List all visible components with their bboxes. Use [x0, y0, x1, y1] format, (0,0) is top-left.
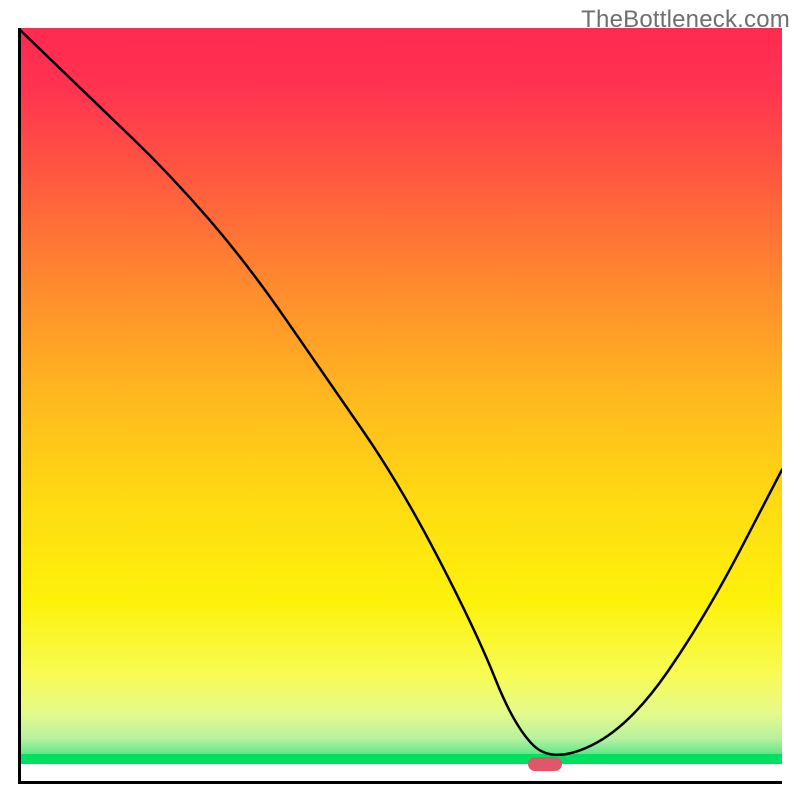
y-axis	[18, 28, 21, 784]
watermark-text: TheBottleneck.com	[581, 6, 790, 34]
optimal-marker	[528, 757, 562, 771]
plot-area	[18, 28, 782, 784]
bottleneck-chart: TheBottleneck.com	[0, 0, 800, 800]
bottleneck-curve	[18, 28, 782, 784]
x-axis	[18, 781, 782, 784]
